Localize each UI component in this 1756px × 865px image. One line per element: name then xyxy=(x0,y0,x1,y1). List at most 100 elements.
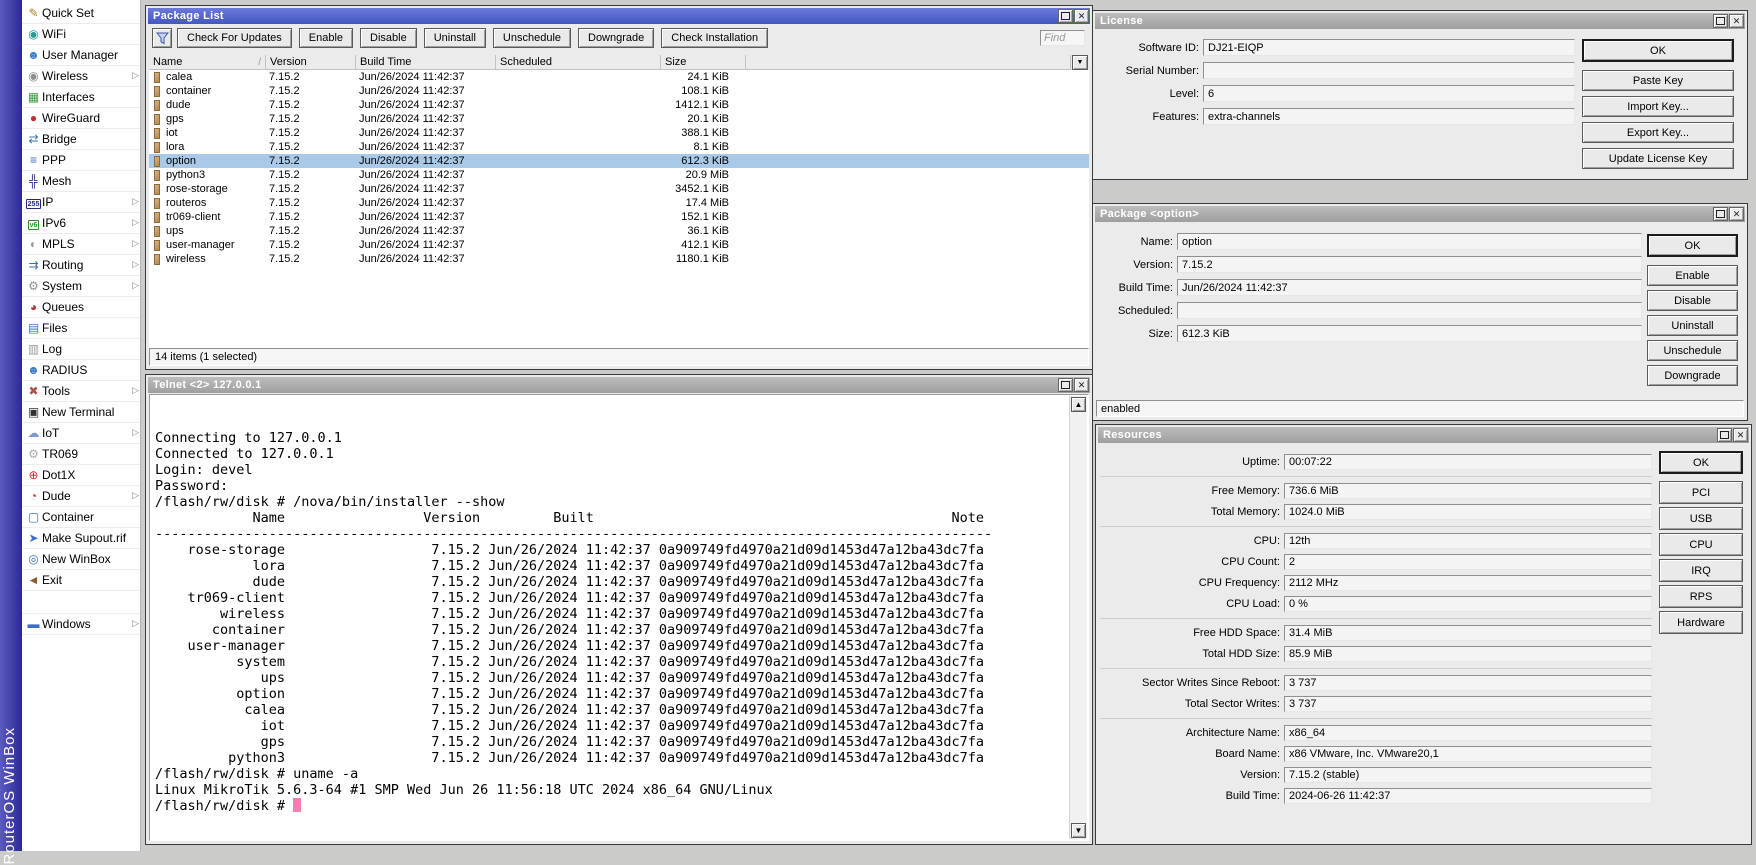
disable-button[interactable]: Disable xyxy=(360,28,417,48)
sidebar-item-user-manager[interactable]: ☻User Manager xyxy=(22,45,140,66)
sidebar-item-windows[interactable]: ▬Windows▷ xyxy=(22,613,140,635)
maximize-icon[interactable] xyxy=(1713,14,1728,28)
sidebar-item-ip[interactable]: 255IP▷ xyxy=(22,192,140,213)
sidebar-item-tr069[interactable]: ⚙TR069 xyxy=(22,444,140,465)
field-total-sector-writes[interactable]: 3 737 xyxy=(1284,696,1652,712)
column-select-dropdown[interactable]: ▼ xyxy=(1072,55,1088,70)
field-cpu-frequency[interactable]: 2112 MHz xyxy=(1284,575,1652,591)
sidebar-item-container[interactable]: ▢Container xyxy=(22,507,140,528)
scroll-up-icon[interactable]: ▲ xyxy=(1071,397,1086,412)
sidebar-item-radius[interactable]: ☻RADIUS xyxy=(22,360,140,381)
sidebar-item-dude[interactable]: ◔Dude▷ xyxy=(22,486,140,507)
field-build-time[interactable]: Jun/26/2024 11:42:37 xyxy=(1177,279,1642,296)
import-key-button[interactable]: Import Key... xyxy=(1582,96,1734,117)
sidebar-item-system[interactable]: ⚙System▷ xyxy=(22,276,140,297)
column-header-build-time[interactable]: Build Time xyxy=(356,55,496,70)
table-row[interactable]: option7.15.2Jun/26/2024 11:42:37612.3 Ki… xyxy=(149,154,1089,168)
sidebar-item-log[interactable]: ▥Log xyxy=(22,339,140,360)
field-size[interactable]: 612.3 KiB xyxy=(1177,325,1642,342)
sidebar-item-ppp[interactable]: ≡PPP xyxy=(22,150,140,171)
ok-button[interactable]: OK xyxy=(1659,451,1743,474)
column-header-version[interactable]: Version xyxy=(266,55,356,70)
package-list-titlebar[interactable]: Package List ✕ xyxy=(148,8,1090,24)
sidebar-item-new-winbox[interactable]: ◎New WinBox xyxy=(22,549,140,570)
sidebar-item-dot1x[interactable]: ⊕Dot1X xyxy=(22,465,140,486)
field-level[interactable]: 6 xyxy=(1203,85,1575,102)
table-row[interactable]: gps7.15.2Jun/26/2024 11:42:3720.1 KiB xyxy=(149,112,1089,126)
maximize-icon[interactable] xyxy=(1717,428,1732,442)
table-row[interactable]: user-manager7.15.2Jun/26/2024 11:42:3741… xyxy=(149,238,1089,252)
license-titlebar[interactable]: License ✕ xyxy=(1095,13,1745,29)
uninstall-button[interactable]: Uninstall xyxy=(1647,315,1738,336)
check-installation-button[interactable]: Check Installation xyxy=(661,28,768,48)
column-header-name[interactable]: Name/ xyxy=(149,55,266,70)
irq-button[interactable]: IRQ xyxy=(1659,559,1743,582)
field-serial-number[interactable] xyxy=(1203,62,1575,79)
ok-button[interactable]: OK xyxy=(1647,234,1738,257)
maximize-icon[interactable] xyxy=(1713,207,1728,221)
field-total-hdd-size[interactable]: 85.9 MiB xyxy=(1284,646,1652,662)
close-icon[interactable]: ✕ xyxy=(1729,14,1744,28)
field-cpu-count[interactable]: 2 xyxy=(1284,554,1652,570)
column-header-scheduled[interactable]: Scheduled xyxy=(496,55,661,70)
hardware-button[interactable]: Hardware xyxy=(1659,611,1743,634)
find-input[interactable] xyxy=(1040,30,1085,46)
sidebar-item-tools[interactable]: ✖Tools▷ xyxy=(22,381,140,402)
sidebar-item-bridge[interactable]: ⇄Bridge xyxy=(22,129,140,150)
downgrade-button[interactable]: Downgrade xyxy=(1647,365,1738,386)
maximize-icon[interactable] xyxy=(1058,9,1073,23)
field-free-hdd-space[interactable]: 31.4 MiB xyxy=(1284,625,1652,641)
sidebar-item-new-terminal[interactable]: ▣New Terminal xyxy=(22,402,140,423)
sidebar-item-mpls[interactable]: ◐MPLS▷ xyxy=(22,234,140,255)
sidebar-item-exit[interactable]: ◄Exit xyxy=(22,570,140,591)
enable-button[interactable]: Enable xyxy=(299,28,353,48)
table-row[interactable]: python37.15.2Jun/26/2024 11:42:3720.9 Mi… xyxy=(149,168,1089,182)
field-sector-writes-since-reboot[interactable]: 3 737 xyxy=(1284,675,1652,691)
enable-button[interactable]: Enable xyxy=(1647,265,1738,286)
sidebar-item-wireless[interactable]: ◉Wireless▷ xyxy=(22,66,140,87)
field-uptime[interactable]: 00:07:22 xyxy=(1284,454,1652,470)
table-row[interactable]: calea7.15.2Jun/26/2024 11:42:3724.1 KiB xyxy=(149,70,1089,84)
sidebar-item-wifi[interactable]: ◉WiFi xyxy=(22,24,140,45)
pci-button[interactable]: PCI xyxy=(1659,481,1743,504)
terminal-output[interactable]: Connecting to 127.0.0.1 Connected to 127… xyxy=(155,398,1066,838)
field-version[interactable]: 7.15.2 (stable) xyxy=(1284,767,1652,783)
disable-button[interactable]: Disable xyxy=(1647,290,1738,311)
field-name[interactable]: option xyxy=(1177,233,1642,250)
sidebar-item-queues[interactable]: ◕Queues xyxy=(22,297,140,318)
maximize-icon[interactable] xyxy=(1058,378,1073,392)
package-option-titlebar[interactable]: Package <option> ✕ xyxy=(1095,206,1745,222)
filter-button[interactable] xyxy=(152,28,172,48)
field-board-name[interactable]: x86 VMware, Inc. VMware20,1 xyxy=(1284,746,1652,762)
rps-button[interactable]: RPS xyxy=(1659,585,1743,608)
export-key-button[interactable]: Export Key... xyxy=(1582,122,1734,143)
ok-button[interactable]: OK xyxy=(1582,39,1734,62)
field-software-id[interactable]: DJ21-EIQP xyxy=(1203,39,1575,56)
field-total-memory[interactable]: 1024.0 MiB xyxy=(1284,504,1652,520)
field-architecture-name[interactable]: x86_64 xyxy=(1284,725,1652,741)
field-free-memory[interactable]: 736.6 MiB xyxy=(1284,483,1652,499)
sidebar-item-files[interactable]: ▤Files xyxy=(22,318,140,339)
update-license-key-button[interactable]: Update License Key xyxy=(1582,148,1734,169)
scroll-down-icon[interactable]: ▼ xyxy=(1071,823,1086,838)
table-row[interactable]: tr069-client7.15.2Jun/26/2024 11:42:3715… xyxy=(149,210,1089,224)
table-row[interactable]: container7.15.2Jun/26/2024 11:42:37108.1… xyxy=(149,84,1089,98)
check-for-updates-button[interactable]: Check For Updates xyxy=(177,28,292,48)
cpu-button[interactable]: CPU xyxy=(1659,533,1743,556)
field-features[interactable]: extra-channels xyxy=(1203,108,1575,125)
table-row[interactable]: iot7.15.2Jun/26/2024 11:42:37388.1 KiB xyxy=(149,126,1089,140)
sidebar-item-mesh[interactable]: ╬Mesh xyxy=(22,171,140,192)
telnet-titlebar[interactable]: Telnet <2> 127.0.0.1 ✕ xyxy=(148,377,1090,393)
usb-button[interactable]: USB xyxy=(1659,507,1743,530)
unschedule-button[interactable]: Unschedule xyxy=(1647,340,1738,361)
resources-titlebar[interactable]: Resources ✕ xyxy=(1098,427,1749,443)
field-version[interactable]: 7.15.2 xyxy=(1177,256,1642,273)
sidebar-item-iot[interactable]: ☁IoT▷ xyxy=(22,423,140,444)
sidebar-item-make-supout-rif[interactable]: ➤Make Supout.rif xyxy=(22,528,140,549)
uninstall-button[interactable]: Uninstall xyxy=(424,28,486,48)
sidebar-item-quick-set[interactable]: ✎Quick Set xyxy=(22,3,140,24)
field-scheduled[interactable] xyxy=(1177,302,1642,319)
field-cpu[interactable]: 12th xyxy=(1284,533,1652,549)
sidebar-item-wireguard[interactable]: ●WireGuard xyxy=(22,108,140,129)
unschedule-button[interactable]: Unschedule xyxy=(493,28,571,48)
